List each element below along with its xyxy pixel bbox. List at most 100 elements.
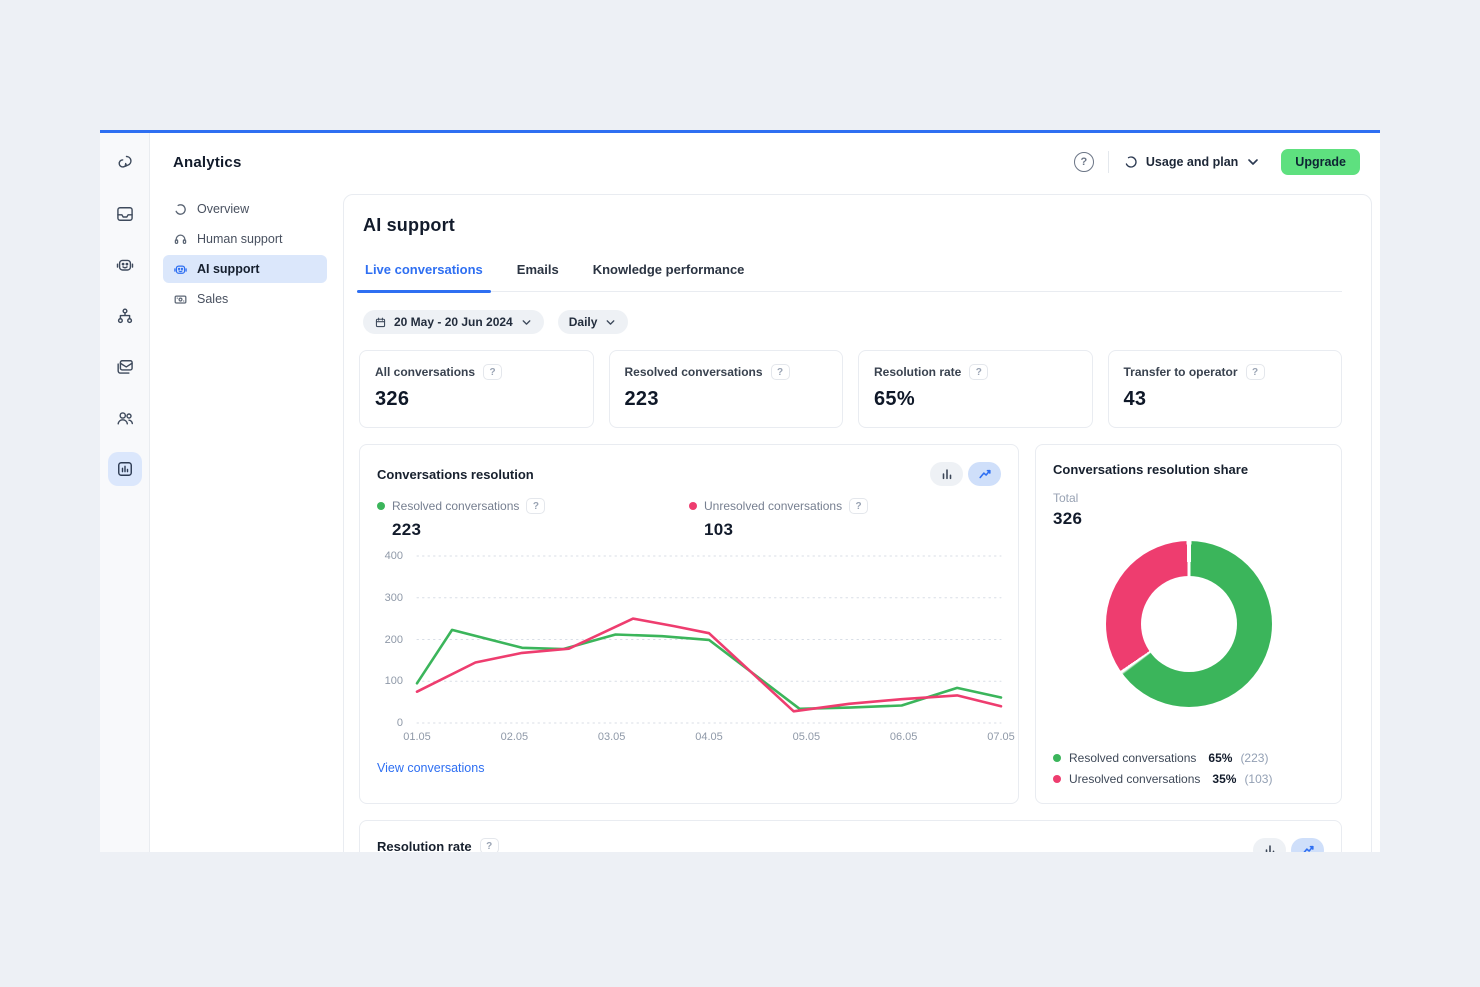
topbar-divider <box>1108 151 1109 173</box>
main-area: AI support Live conversations Emails Kno… <box>340 191 1380 852</box>
sidebar-item-ai-support[interactable]: AI support <box>163 255 327 283</box>
line-legend: Resolved conversations ? 223 Unre <box>377 498 1001 540</box>
donut-legend-resolved: Resolved conversations 65% (223) <box>1053 751 1324 765</box>
chart-title: Resolution rate <box>377 839 472 853</box>
usage-loader-icon <box>1123 154 1139 170</box>
page-title: Analytics <box>173 154 242 171</box>
date-range-picker[interactable]: 20 May - 20 Jun 2024 <box>363 310 544 334</box>
topbar: Analytics ? Usage and plan Upgrade <box>150 133 1380 191</box>
stat-label: Resolution rate <box>874 365 961 379</box>
y-tick-label: 300 <box>385 592 403 604</box>
icon-rail <box>100 133 150 852</box>
x-tick-label: 03.05 <box>598 731 626 743</box>
x-tick-label: 05.05 <box>793 731 821 743</box>
analytics-subnav: Overview Human support AI support Sales <box>150 191 340 852</box>
stat-value: 223 <box>625 388 828 411</box>
bot-icon <box>173 262 188 277</box>
app-window: Analytics ? Usage and plan Upgrade <box>100 130 1380 852</box>
usage-and-plan-button[interactable]: Usage and plan <box>1123 154 1261 170</box>
y-tick-label: 200 <box>385 634 403 646</box>
stat-cards: All conversations? 326 Resolved conversa… <box>359 350 1342 428</box>
tab-emails[interactable]: Emails <box>515 258 561 291</box>
mail-stack-icon <box>115 357 135 377</box>
x-tick-label: 07.05 <box>987 731 1015 743</box>
x-tick-label: 04.05 <box>695 731 723 743</box>
sidebar-item-sales[interactable]: Sales <box>163 285 327 313</box>
stat-card-all-conversations: All conversations? 326 <box>359 350 594 428</box>
inbox-icon <box>115 204 135 224</box>
sidebar-item-label: Sales <box>197 292 228 306</box>
analytics-icon <box>115 459 135 479</box>
upgrade-button[interactable]: Upgrade <box>1281 149 1360 175</box>
chart-title: Conversations resolution <box>377 467 534 482</box>
x-tick-label: 01.05 <box>403 731 431 743</box>
topbar-actions: ? Usage and plan Upgrade <box>1074 149 1360 175</box>
headset-icon <box>173 232 188 247</box>
stat-value: 65% <box>874 388 1077 411</box>
help-badge[interactable]: ? <box>849 498 868 514</box>
y-tick-label: 100 <box>385 675 403 687</box>
resolution-rate-card: Resolution rate ? <box>359 820 1342 852</box>
legend-dot-share-unresolved <box>1053 775 1061 783</box>
ai-support-panel: AI support Live conversations Emails Kno… <box>343 194 1372 852</box>
conversations-resolution-card: Conversations resolution <box>359 444 1019 804</box>
app-body: Analytics ? Usage and plan Upgrade <box>100 133 1380 852</box>
granularity-select[interactable]: Daily <box>558 310 629 334</box>
legend-count: (223) <box>1240 751 1268 765</box>
donut-legend: Resolved conversations 65% (223) Uresolv… <box>1053 751 1324 786</box>
rail-item-contacts[interactable] <box>108 401 142 435</box>
rail-item-flows[interactable] <box>108 299 142 333</box>
sidebar-item-overview[interactable]: Overview <box>163 195 327 223</box>
legend-dot-share-resolved <box>1053 754 1061 762</box>
calendar-icon <box>374 316 387 329</box>
bar-chart-icon <box>940 467 954 481</box>
legend-label: Unresolved conversations <box>704 499 842 513</box>
loader-circle-icon <box>173 202 188 217</box>
bar-chart-toggle[interactable] <box>1253 838 1286 852</box>
sidebar-item-human-support[interactable]: Human support <box>163 225 327 253</box>
legend-unresolved: Unresolved conversations ? 103 <box>689 498 1001 540</box>
tab-live-conversations[interactable]: Live conversations <box>363 258 485 291</box>
help-badge[interactable]: ? <box>526 498 545 514</box>
legend-pct: 35% <box>1212 772 1236 786</box>
org-chart-icon <box>115 306 135 326</box>
chevron-down-icon <box>1245 154 1261 170</box>
line-chart-xaxis: 01.0502.0503.0504.0505.0506.0507.05 <box>417 731 1001 747</box>
rail-item-conversations[interactable] <box>108 146 142 180</box>
line-chart-toggle[interactable] <box>968 462 1001 486</box>
help-icon[interactable]: ? <box>1074 152 1094 172</box>
help-badge[interactable]: ? <box>969 364 988 380</box>
rail-item-inbox[interactable] <box>108 197 142 231</box>
donut-legend-unresolved: Uresolved conversations 35% (103) <box>1053 772 1324 786</box>
bar-chart-toggle[interactable] <box>930 462 963 486</box>
help-badge[interactable]: ? <box>480 838 499 852</box>
line-chart-toggle[interactable] <box>1291 838 1324 852</box>
chevron-down-icon <box>604 316 617 329</box>
legend-value: 223 <box>392 520 689 540</box>
line-chart-area: 0100200300400 <box>417 556 1001 723</box>
trend-line-icon <box>1301 843 1315 852</box>
content-row: Overview Human support AI support Sales <box>150 191 1380 852</box>
legend-resolved: Resolved conversations ? 223 <box>377 498 689 540</box>
usage-and-plan-label: Usage and plan <box>1146 155 1238 169</box>
section-title: AI support <box>363 215 1342 236</box>
legend-dot-unresolved <box>689 502 697 510</box>
charts-row: Conversations resolution <box>359 444 1342 804</box>
stat-card-transfer-to-operator: Transfer to operator? 43 <box>1108 350 1343 428</box>
contacts-icon <box>115 408 135 428</box>
tab-knowledge-performance[interactable]: Knowledge performance <box>591 258 747 291</box>
help-badge[interactable]: ? <box>1246 364 1265 380</box>
rail-item-analytics[interactable] <box>108 452 142 486</box>
view-conversations-link[interactable]: View conversations <box>377 761 484 775</box>
help-badge[interactable]: ? <box>771 364 790 380</box>
stat-label: Transfer to operator <box>1124 365 1238 379</box>
rail-item-ai-bot[interactable] <box>108 248 142 282</box>
bar-chart-icon <box>1263 843 1277 852</box>
help-badge[interactable]: ? <box>483 364 502 380</box>
x-tick-label: 02.05 <box>501 731 529 743</box>
rail-item-campaigns[interactable] <box>108 350 142 384</box>
legend-dot-resolved <box>377 502 385 510</box>
line-chart-svg <box>417 556 1001 723</box>
chart-title: Conversations resolution share <box>1053 462 1324 477</box>
chart-type-toggles <box>930 462 1001 486</box>
